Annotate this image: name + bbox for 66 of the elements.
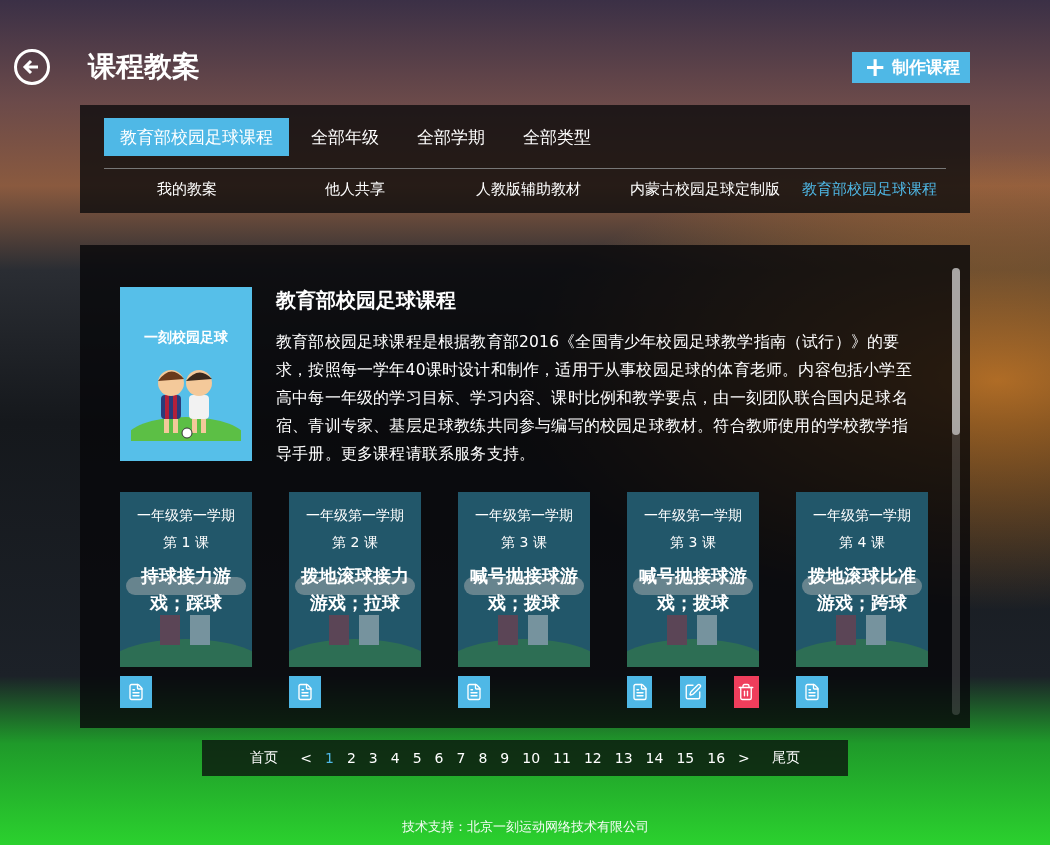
page-link[interactable]: 2	[340, 750, 362, 766]
page-link[interactable]: 1	[318, 750, 340, 766]
edit-icon	[684, 683, 702, 701]
scrollbar-thumb[interactable]	[952, 268, 960, 435]
page-link[interactable]: 6	[428, 750, 450, 766]
lesson-term: 一年级第一学期	[137, 507, 235, 525]
copy-button[interactable]	[627, 676, 653, 708]
document-icon	[465, 683, 483, 701]
page-link[interactable]: 5	[406, 750, 428, 766]
lesson-term: 一年级第一学期	[306, 507, 404, 525]
page-link[interactable]: 14	[639, 750, 670, 766]
lesson-title: 拨地滚球接力游戏；拉球	[300, 564, 410, 615]
page-link[interactable]: 3	[362, 750, 384, 766]
cover-title: 一刻校园足球	[144, 329, 228, 347]
page-link[interactable]: 7	[450, 750, 472, 766]
page-link[interactable]: 4	[384, 750, 406, 766]
previous-page-link[interactable]: <	[294, 750, 318, 766]
page-link[interactable]: 9	[494, 750, 516, 766]
scrollbar[interactable]	[952, 268, 960, 715]
category-tab[interactable]: 人教版辅助教材	[441, 180, 616, 199]
next-page-link[interactable]: >	[732, 750, 756, 766]
filter-tab[interactable]: 全部年级	[295, 118, 395, 156]
page-link[interactable]: 15	[670, 750, 701, 766]
lesson-card[interactable]: 一年级第一学期 第 1 课 持球接力游戏；踩球	[120, 492, 252, 667]
delete-button[interactable]	[733, 676, 759, 708]
page-link[interactable]: 11	[547, 750, 577, 766]
category-tab[interactable]: 他人共享	[269, 180, 441, 199]
lesson-term: 一年级第一学期	[813, 507, 911, 525]
lesson-number: 第 2 课	[332, 534, 378, 552]
category-tab[interactable]: 我的教案	[104, 180, 269, 199]
document-icon	[803, 683, 821, 701]
page-link[interactable]: 13	[608, 750, 639, 766]
lesson-term: 一年级第一学期	[644, 507, 742, 525]
lesson-title: 喊号抛接球游戏；拨球	[638, 564, 748, 615]
lesson-card[interactable]: 一年级第一学期 第 4 课 拨地滚球比准游戏；跨球	[796, 492, 928, 667]
page-link[interactable]: 8	[472, 750, 494, 766]
page-link[interactable]: 10	[516, 750, 547, 766]
lesson-number: 第 1 课	[163, 534, 209, 552]
filter-tab[interactable]: 全部类型	[507, 118, 607, 156]
lesson-number: 第 3 课	[670, 534, 716, 552]
document-icon	[630, 683, 649, 701]
category-tab[interactable]: 内蒙古校园足球定制版	[616, 180, 793, 199]
last-page-link[interactable]: 尾页	[766, 749, 807, 767]
lesson-number: 第 3 课	[501, 534, 547, 552]
first-page-link[interactable]: 首页	[243, 749, 284, 767]
footer-credit: 技术支持：北京一刻运动网络技术有限公司	[401, 818, 649, 836]
filter-tab[interactable]: 全部学期	[401, 118, 501, 156]
lesson-term: 一年级第一学期	[475, 507, 573, 525]
page-link[interactable]: 12	[577, 750, 608, 766]
lesson-card[interactable]: 一年级第一学期 第 3 课 喊号抛接球游戏；拨球	[627, 492, 759, 667]
back-button[interactable]	[14, 49, 50, 85]
lesson-card[interactable]: 一年级第一学期 第 2 课 拨地滚球接力游戏；拉球	[289, 492, 421, 667]
edit-button[interactable]	[680, 676, 706, 708]
lesson-title: 喊号抛接球游戏；拨球	[469, 564, 579, 615]
course-title: 教育部校园足球课程	[276, 287, 457, 314]
lesson-card[interactable]: 一年级第一学期 第 3 课 喊号抛接球游戏；拨球	[458, 492, 590, 667]
lesson-number: 第 4 课	[839, 534, 885, 552]
trash-icon	[737, 683, 756, 701]
document-icon	[127, 683, 145, 701]
page-link[interactable]: 16	[701, 750, 732, 766]
page-title: 课程教案	[88, 49, 201, 85]
course-description: 教育部校园足球课程是根据教育部2016《全国青少年校园足球教学指南（试行）》的要求，按照每一学年40课时设计和制作，适用于从事校园足球的体育老师。内容包括小学至高中每一年级的学习目标、学习内容、课时比例和教学要点，由一刻团队联合国内足球名宿、青训专家、基层足球教练共同参与编写的校园足球教材。符合教师使用的学校教学指导手册。更多课程请联系服务支持。	[276, 332, 913, 465]
document-icon	[296, 683, 314, 701]
lesson-title: 拨地滚球比准游戏；跨球	[807, 564, 917, 615]
lesson-title: 持球接力游戏；踩球	[140, 564, 232, 615]
category-tab[interactable]: 教育部校园足球课程	[793, 180, 946, 199]
